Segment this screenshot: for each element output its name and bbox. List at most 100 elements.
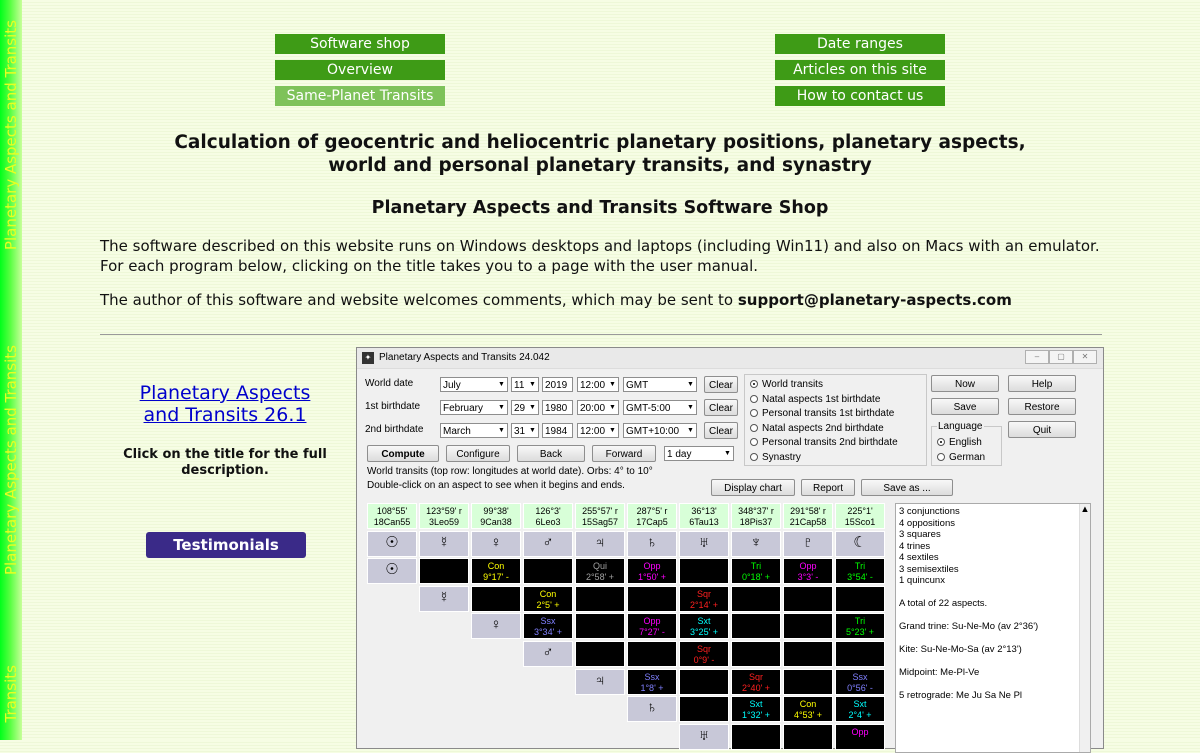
chevron-down-icon: ▼ xyxy=(498,427,505,434)
chevron-down-icon: ▼ xyxy=(724,450,731,457)
longitude-value: 287°5' r xyxy=(636,506,668,516)
timezone-select-value: GMT+10:00 xyxy=(626,426,680,437)
radio-icon xyxy=(750,423,758,432)
row-label-value: 1st birthdate xyxy=(365,401,421,412)
intro-line2: For each program below, clicking on the … xyxy=(100,257,759,275)
aspect-cell: Opp xyxy=(835,723,885,750)
page-title-line1: Calculation of geocentric and heliocentr… xyxy=(174,132,1026,153)
aspect-cell: Sqr 2°14' + xyxy=(679,585,729,612)
aspect-cell: Sxt 3°25' + xyxy=(679,613,729,640)
summary-line: Kite: Su-Ne-Mo-Sa (av 2°13') xyxy=(899,644,1022,655)
product-note: Click on the title for the full descript… xyxy=(123,447,327,478)
summary-line: A total of 22 aspects. xyxy=(899,598,988,609)
planet-symbol-icon: ♀ xyxy=(471,530,521,557)
side-banner-text: Planetary Aspects and Transits xyxy=(2,345,20,576)
month-select: March ▼ xyxy=(440,423,508,438)
aspect-orb: 0°9' - xyxy=(693,655,715,665)
aspect-name: Opp xyxy=(643,616,661,627)
chevron-down-icon: ▼ xyxy=(687,404,694,411)
aspect-name: Tri xyxy=(854,561,866,572)
planet-symbol-icon: ☿ xyxy=(419,585,469,612)
nav-same-planet-transits[interactable]: Same-Planet Transits xyxy=(275,86,445,106)
sign-position: 21Cap58 xyxy=(789,517,827,527)
aspect-cell: Opp 3°3' - xyxy=(783,558,833,585)
aspect-orb: 5°23' + xyxy=(845,627,875,638)
report-button: Report xyxy=(801,479,855,496)
radio-icon xyxy=(750,438,758,447)
empty-cell xyxy=(627,641,677,667)
aspect-orb: 2°4' + xyxy=(848,710,872,721)
nav-date-ranges[interactable]: Date ranges xyxy=(775,34,945,54)
mode-option: Natal aspects 1st birthdate xyxy=(750,394,880,405)
time-select: 20:00 ▼ xyxy=(577,400,619,415)
app-icon: ✦ xyxy=(362,352,374,364)
aspect-name: Qui xyxy=(592,561,607,572)
year-field: 2019 xyxy=(542,377,573,392)
sign-position: 15Sco1 xyxy=(844,517,876,527)
longitude-value: 99°38' xyxy=(483,506,509,516)
planet-symbol-icon: ♇ xyxy=(783,530,833,557)
product-title-line2[interactable]: and Transits 26.1 xyxy=(120,404,330,426)
nav-overview[interactable]: Overview xyxy=(275,60,445,80)
language-german: German xyxy=(937,452,985,463)
longitude-value: 255°57' r xyxy=(582,506,618,516)
aspect-cell: Opp 7°27' - xyxy=(627,613,677,640)
longitude-header: 99°38' 9Can38 xyxy=(471,503,521,529)
empty-cell xyxy=(731,723,781,750)
planet-symbol-icon: ♃ xyxy=(575,530,625,557)
contact-line: The author of this software and website … xyxy=(100,291,1012,310)
aspect-orb: 3°25' + xyxy=(689,627,719,638)
aspect-cell: Con 2°5' + xyxy=(523,585,573,612)
info-line2: Double-click on an aspect to see when it… xyxy=(367,480,625,491)
aspect-name: Sqr xyxy=(748,671,763,682)
product-title-link[interactable]: Planetary Aspects and Transits 26.1 xyxy=(120,382,330,426)
maximize-icon: ▢ xyxy=(1049,350,1073,364)
empty-cell xyxy=(835,641,885,667)
sign-position: 6Leo3 xyxy=(535,517,561,527)
planet-symbol-icon: ☉ xyxy=(367,558,417,585)
longitude-header: 255°57' r 15Sag57 xyxy=(575,503,625,529)
intro-line1: The software described on this website r… xyxy=(100,237,1100,255)
aspect-orb: 2°5' + xyxy=(536,599,560,610)
empty-cell xyxy=(679,668,729,695)
year-field-value: 1980 xyxy=(545,403,568,414)
row-label-value: World date xyxy=(365,378,414,389)
empty-cell xyxy=(783,641,833,667)
empty-cell xyxy=(523,558,573,585)
aspect-orb: 2°58' + xyxy=(585,572,615,583)
day-select: 29 ▼ xyxy=(511,400,539,415)
summary-line xyxy=(899,633,1087,645)
aspect-summary: 3 conjunctions 4 oppositions 3 squares 4 tr… xyxy=(895,503,1091,753)
month-select-value: July xyxy=(443,380,461,391)
product-title-line1[interactable]: Planetary Aspects xyxy=(120,382,330,404)
mode-option: Synastry xyxy=(750,452,801,463)
nav-articles[interactable]: Articles on this site xyxy=(775,60,945,80)
aspect-cell: Ssx 0°56' - xyxy=(835,668,885,695)
day-select: 11 ▼ xyxy=(511,377,539,392)
aspect-name: Opp xyxy=(799,561,817,572)
aspect-orb: 1°50' + xyxy=(637,572,667,583)
aspect-name: Con xyxy=(799,699,817,710)
longitude-header: 123°59' r 3Leo59 xyxy=(419,503,469,529)
save-as-button: Save as ... xyxy=(861,479,953,496)
year-field-value: 1984 xyxy=(545,426,568,437)
aspect-cell: Sxt 2°4' + xyxy=(835,696,885,723)
mode-label: Synastry xyxy=(762,452,801,463)
summary-line: Midpoint: Me-Pl-Ve xyxy=(899,667,980,678)
testimonials-button[interactable]: Testimonials xyxy=(146,532,306,558)
page-subtitle: Planetary Aspects and Transits Software … xyxy=(371,198,829,218)
nav-contact[interactable]: How to contact us xyxy=(775,86,945,106)
chevron-down-icon: ▼ xyxy=(609,404,616,411)
longitude-value: 126°3' xyxy=(535,506,561,516)
aspect-cell: Ssx 1°8' + xyxy=(627,668,677,695)
back-button: Back xyxy=(517,445,585,462)
nav-software-shop[interactable]: Software shop xyxy=(275,34,445,54)
row-label: 1st birthdate xyxy=(365,401,420,412)
aspect-cell: Ssx 3°34' + xyxy=(523,613,573,640)
chevron-down-icon: ▼ xyxy=(609,427,616,434)
summary-line: Grand trine: Su-Ne-Mo (av 2°36') xyxy=(899,621,1039,632)
aspect-orb: 2°40' + xyxy=(741,682,771,693)
month-select-value: February xyxy=(443,403,484,414)
side-banner: Planetary Aspects and Transits Planetary… xyxy=(0,0,22,740)
summary-line: 5 retrograde: Me Ju Sa Ne Pl xyxy=(899,690,1023,701)
